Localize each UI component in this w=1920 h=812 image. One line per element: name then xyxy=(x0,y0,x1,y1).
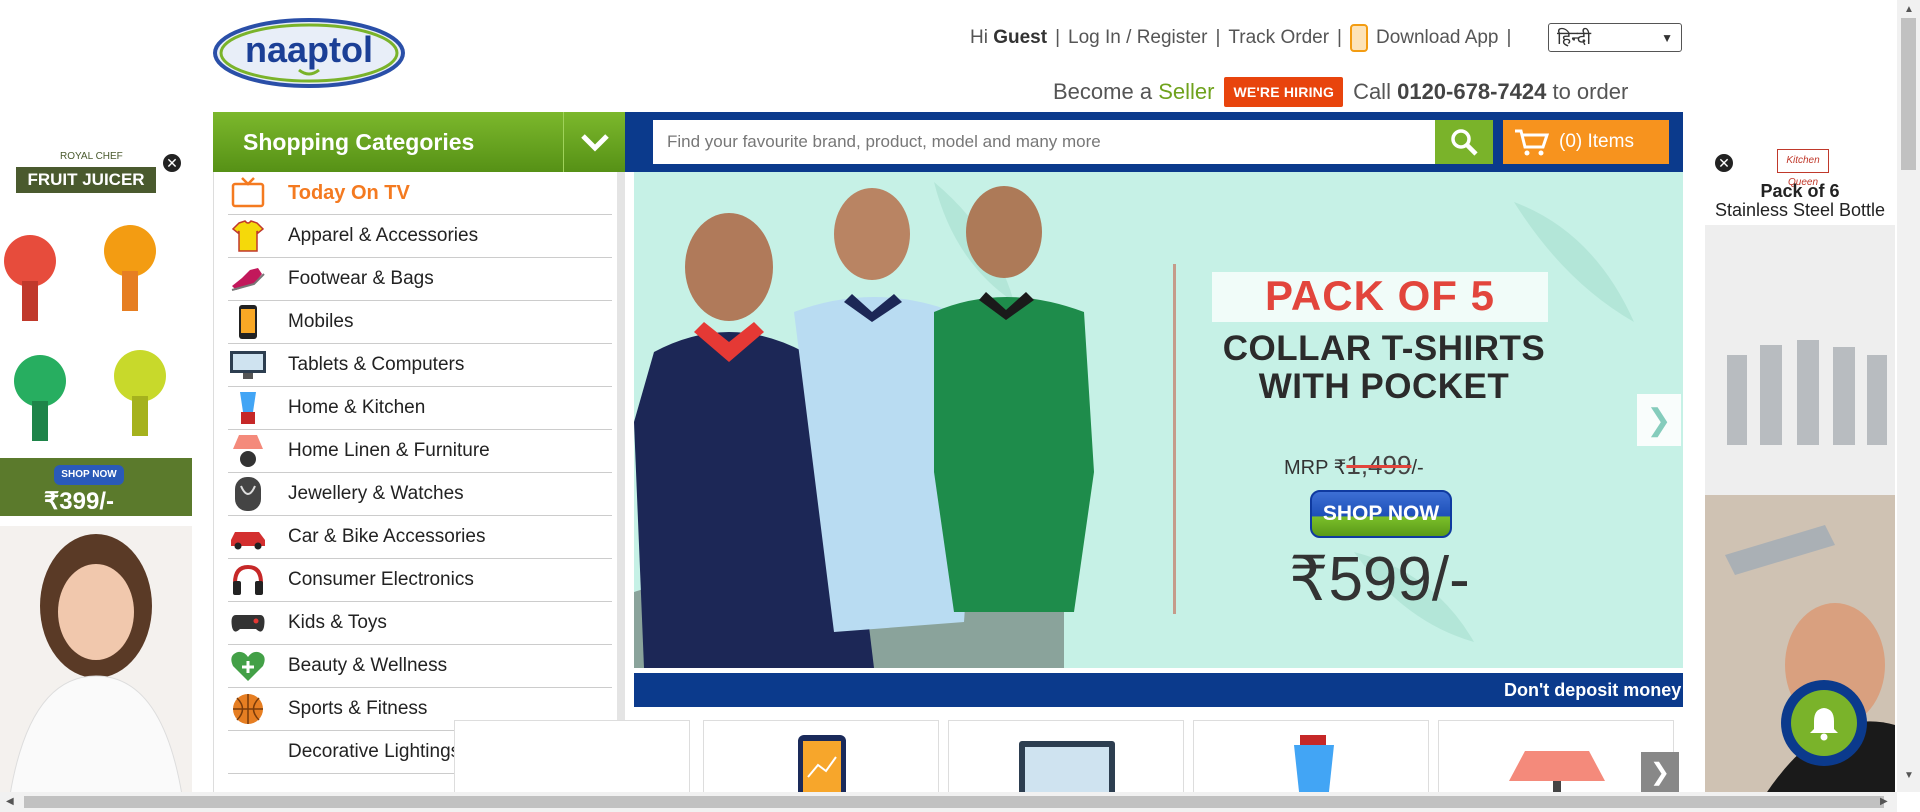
scroll-down-icon[interactable]: ▼ xyxy=(1904,770,1914,781)
hero-banner[interactable]: PACK OF 5 COLLAR T-SHIRTS WITH POCKET MR… xyxy=(634,172,1683,668)
chevron-right-icon[interactable]: ❯ xyxy=(1641,752,1679,792)
thumbnail-item-mobile[interactable] xyxy=(703,720,939,801)
tv-icon xyxy=(228,175,268,211)
track-order-link[interactable]: Track Order xyxy=(1228,27,1329,49)
scroll-right-icon[interactable]: ▶ xyxy=(1880,796,1888,807)
banner-mrp: MRP ₹1,499/- xyxy=(1284,450,1424,480)
call-to-order: Call 0120-678-7424 to order xyxy=(1353,79,1629,104)
car-icon xyxy=(228,519,268,555)
thumbnail-item-kitchen[interactable] xyxy=(1193,720,1429,801)
ad-left-brand: ROYAL CHEF xyxy=(60,151,123,162)
chevron-down-icon: ▼ xyxy=(1661,30,1673,45)
category-item-mobiles[interactable]: Mobiles xyxy=(228,301,612,344)
greeting: Hi Guest xyxy=(970,27,1048,48)
seller-line: Become a Seller WE'RE HIRING Call 0120-6… xyxy=(1053,77,1628,107)
necklace-icon xyxy=(228,476,268,512)
banner-title: PACK OF 5 xyxy=(1265,272,1495,319)
cart-button[interactable]: (0) Items xyxy=(1503,120,1669,164)
category-item-jewellery[interactable]: Jewellery & Watches xyxy=(228,473,612,516)
mobile-icon xyxy=(228,304,268,340)
ad-left-title: FRUIT JUICER xyxy=(16,167,156,193)
scroll-left-icon[interactable]: ◀ xyxy=(6,796,14,807)
category-item-footwear[interactable]: Footwear & Bags xyxy=(228,258,612,301)
heart-plus-icon xyxy=(228,648,268,684)
basketball-icon xyxy=(228,691,268,727)
search-input[interactable]: Find your favourite brand, product, mode… xyxy=(653,120,1441,164)
scroll-up-icon[interactable]: ▲ xyxy=(1904,4,1914,15)
notification-bell-button[interactable] xyxy=(1781,680,1867,766)
tshirt-icon xyxy=(228,218,268,254)
ad-right-title: Pack of 6 xyxy=(1760,181,1840,201)
ad-right-brand: Kitchen Queen xyxy=(1777,149,1829,188)
category-item-beauty-wellness[interactable]: Beauty & Wellness xyxy=(228,645,612,688)
thumbnail-item-furniture[interactable] xyxy=(1438,720,1674,801)
category-item-consumer-electronics[interactable]: Consumer Electronics xyxy=(228,559,612,602)
banner-background xyxy=(634,182,1634,668)
category-menu: Today On TV Apparel & Accessories Footwe… xyxy=(213,172,625,794)
naaptol-logo[interactable]: naaptol xyxy=(213,18,405,88)
category-item-home-kitchen[interactable]: Home & Kitchen xyxy=(228,387,612,430)
thumbnail-item[interactable] xyxy=(454,720,690,800)
top-links: Hi Guest | Log In / Register | Track Ord… xyxy=(970,22,1511,54)
shopping-categories-title: Shopping Categories xyxy=(243,128,475,155)
cart-count: (0) Items xyxy=(1559,131,1634,152)
category-item-tablets-computers[interactable]: Tablets & Computers xyxy=(228,344,612,387)
chevron-down-icon[interactable] xyxy=(563,112,625,172)
ad-left-shop-button[interactable]: SHOP NOW xyxy=(54,465,124,485)
banner-subtitle: COLLAR T-SHIRTS WITH POCKET xyxy=(1222,329,1546,406)
monitor-icon xyxy=(228,347,268,383)
category-item-car-bike[interactable]: Car & Bike Accessories xyxy=(228,516,612,559)
lamp-icon xyxy=(228,433,268,469)
horizontal-scroll-thumb[interactable] xyxy=(24,796,1884,808)
gamepad-icon xyxy=(228,605,268,641)
banner-price: ₹599/- xyxy=(1289,545,1470,614)
phone-icon xyxy=(1349,24,1368,52)
blender-icon xyxy=(228,390,268,426)
logo-text: naaptol xyxy=(245,29,373,70)
close-icon[interactable]: ✕ xyxy=(161,152,183,174)
category-item-apparel[interactable]: Apparel & Accessories xyxy=(228,215,612,258)
lightbulb-icon xyxy=(228,734,268,770)
headphones-icon xyxy=(228,562,268,598)
close-icon[interactable]: ✕ xyxy=(1713,152,1735,174)
hiring-button[interactable]: WE'RE HIRING xyxy=(1224,77,1344,107)
become-seller-link[interactable]: Become a Seller xyxy=(1053,79,1214,105)
ad-left-price: ₹399/- xyxy=(44,488,114,515)
vertical-scroll-thumb[interactable] xyxy=(1901,18,1916,170)
banner-divider xyxy=(1173,264,1176,614)
shopping-categories-bar[interactable]: Shopping Categories xyxy=(213,112,625,172)
bell-icon xyxy=(1810,708,1838,741)
download-app-link[interactable]: Download App xyxy=(1376,27,1499,49)
search-button[interactable] xyxy=(1435,120,1493,164)
shop-now-button[interactable]: SHOP NOW xyxy=(1310,490,1452,538)
login-register-link[interactable]: Log In / Register xyxy=(1068,27,1207,49)
woman-image xyxy=(0,526,192,795)
juicer-image xyxy=(4,225,166,441)
category-item-today-on-tv[interactable]: Today On TV xyxy=(228,172,612,215)
language-select[interactable]: हिन्दी ▼ xyxy=(1548,23,1682,52)
search-icon xyxy=(1451,129,1478,156)
vertical-scrollbar[interactable]: ▲ ▼ xyxy=(1897,0,1920,792)
ticker-text: Don't deposit money xyxy=(1504,680,1682,700)
ad-right-subtitle: Stainless Steel Bottle xyxy=(1714,200,1886,220)
search-placeholder: Find your favourite brand, product, mode… xyxy=(667,132,1101,151)
horizontal-scrollbar[interactable]: ◀ ▶ xyxy=(0,792,1897,812)
category-item-kids-toys[interactable]: Kids & Toys xyxy=(228,602,612,645)
chevron-right-icon[interactable]: ❯ xyxy=(1637,394,1681,446)
category-item-home-linen[interactable]: Home Linen & Furniture xyxy=(228,430,612,473)
cart-icon xyxy=(1515,129,1549,156)
notice-ticker: Don't deposit money xyxy=(634,673,1683,707)
ad-left[interactable]: ROYAL CHEF FRUIT JUICER SHOP NOW ₹399/- xyxy=(0,145,192,795)
models-image xyxy=(634,186,1094,668)
shoe-icon xyxy=(228,261,268,297)
search-bar: Find your favourite brand, product, mode… xyxy=(625,112,1683,172)
language-value: हिन्दी xyxy=(1557,27,1592,48)
thumbnail-item-computer[interactable] xyxy=(948,720,1184,801)
